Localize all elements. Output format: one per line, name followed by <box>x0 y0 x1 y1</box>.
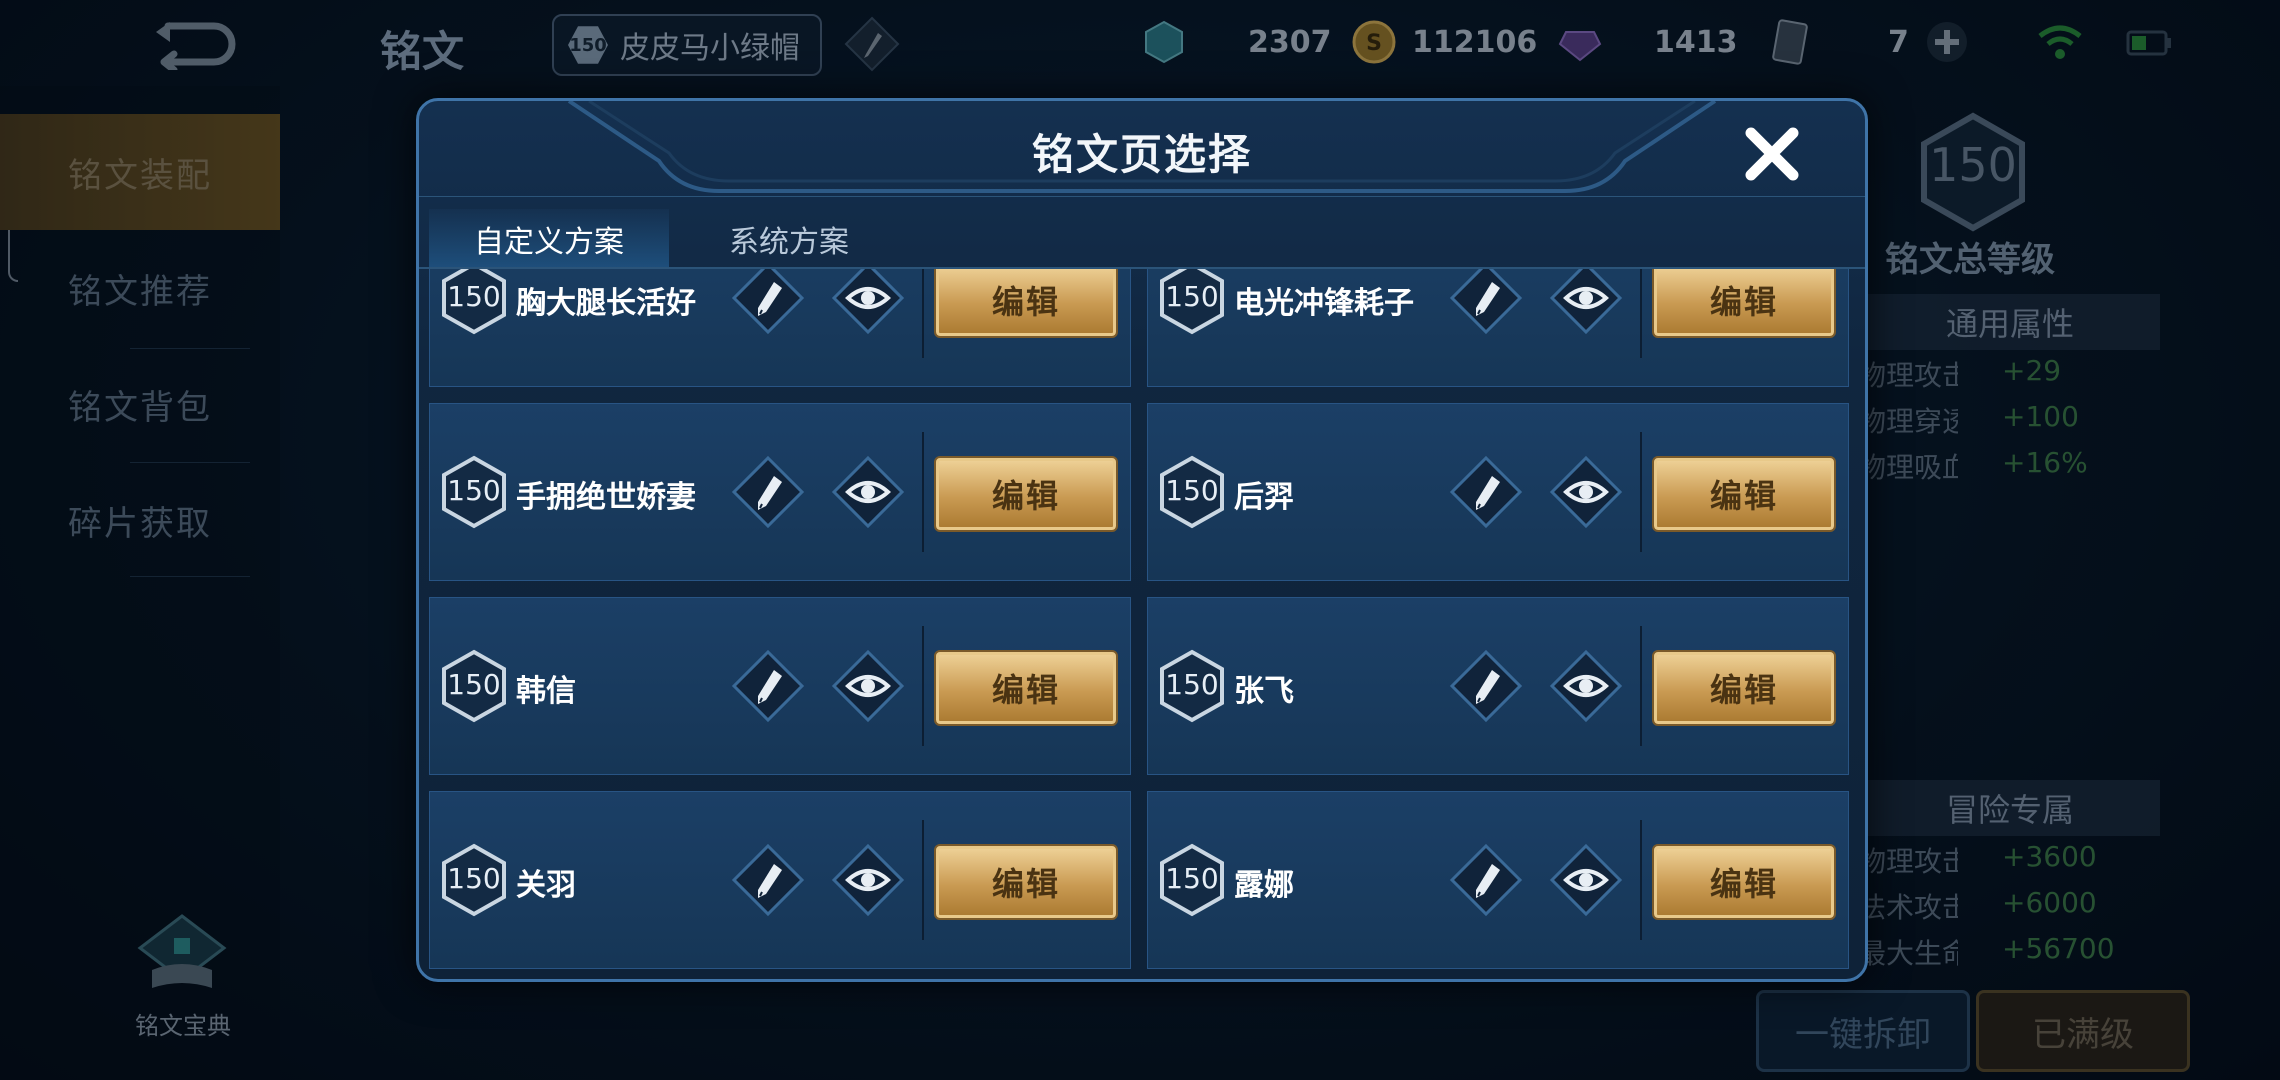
rune-page-card[interactable]: 150 张飞 编辑 <box>1147 597 1849 775</box>
eye-icon[interactable] <box>1548 269 1624 336</box>
edit-button[interactable]: 编辑 <box>934 844 1118 920</box>
rune-page-name: 露娜 <box>1234 868 1294 903</box>
divider <box>1640 432 1642 552</box>
divider <box>922 626 924 746</box>
divider <box>922 820 924 940</box>
rename-pencil-icon[interactable] <box>1448 648 1524 724</box>
rune-page-card[interactable]: 150 韩信 编辑 <box>429 597 1131 775</box>
rune-page-level: 150 <box>447 280 501 313</box>
divider <box>1640 820 1642 940</box>
rune-page-level: 150 <box>1165 668 1219 701</box>
rune-page-level: 150 <box>447 668 501 701</box>
tab-system-plans[interactable]: 系统方案 <box>679 209 899 269</box>
rune-page-card[interactable]: 150 关羽 编辑 <box>429 791 1131 969</box>
rune-page-card[interactable]: 150 后羿 编辑 <box>1147 403 1849 581</box>
rune-page-card[interactable]: 150 手拥绝世娇妻 编辑 <box>429 403 1131 581</box>
rune-page-card[interactable]: 150 露娜 编辑 <box>1147 791 1849 969</box>
rename-pencil-icon[interactable] <box>730 842 806 918</box>
edit-button[interactable]: 编辑 <box>1652 456 1836 532</box>
eye-icon[interactable] <box>1548 648 1624 724</box>
eye-icon[interactable] <box>830 648 906 724</box>
divider <box>922 269 924 358</box>
dialog-title: 铭文页选择 <box>1031 130 1252 179</box>
edit-button[interactable]: 编辑 <box>1652 844 1836 920</box>
rename-pencil-icon[interactable] <box>730 648 806 724</box>
rune-page-name: 电光冲锋耗子 <box>1234 286 1414 321</box>
rune-page-name: 张飞 <box>1234 674 1294 709</box>
rune-page-name: 手拥绝世娇妻 <box>516 480 696 515</box>
rune-page-card[interactable]: 150 胸大腿长活好 编辑 <box>429 269 1131 387</box>
divider <box>1640 269 1642 358</box>
rune-page-name: 关羽 <box>516 868 576 903</box>
rename-pencil-icon[interactable] <box>730 269 806 336</box>
divider <box>922 432 924 552</box>
rune-page-name: 胸大腿长活好 <box>516 286 696 321</box>
tab-custom-plans[interactable]: 自定义方案 <box>429 209 669 273</box>
eye-icon[interactable] <box>1548 842 1624 918</box>
rune-page-name: 后羿 <box>1234 480 1294 515</box>
divider <box>1640 626 1642 746</box>
rune-page-card[interactable]: 150 电光冲锋耗子 编辑 <box>1147 269 1849 387</box>
rune-page-level: 150 <box>1165 474 1219 507</box>
rune-page-level: 150 <box>1165 862 1219 895</box>
rune-page-level: 150 <box>447 474 501 507</box>
rune-page-level: 150 <box>447 862 501 895</box>
rename-pencil-icon[interactable] <box>1448 269 1524 336</box>
edit-button[interactable]: 编辑 <box>934 456 1118 532</box>
rune-page-list[interactable]: 150 胸大腿长活好 编辑 150 电光冲锋耗子 编辑 150 手拥绝世娇妻 编辑 150 后羿 编辑… <box>425 269 1859 977</box>
edit-button[interactable]: 编辑 <box>1652 650 1836 726</box>
rename-pencil-icon[interactable] <box>730 454 806 530</box>
edit-button[interactable]: 编辑 <box>934 650 1118 726</box>
close-icon[interactable] <box>1737 119 1807 189</box>
rename-pencil-icon[interactable] <box>1448 842 1524 918</box>
rune-page-select-dialog: 铭文页选择 自定义方案 系统方案 150 胸大腿长活好 编辑 150 电光冲锋耗子 编辑 1… <box>416 98 1868 982</box>
eye-icon[interactable] <box>830 454 906 530</box>
eye-icon[interactable] <box>830 842 906 918</box>
eye-icon[interactable] <box>1548 454 1624 530</box>
edit-button[interactable]: 编辑 <box>1652 269 1836 338</box>
eye-icon[interactable] <box>830 269 906 336</box>
rune-page-level: 150 <box>1165 280 1219 313</box>
rename-pencil-icon[interactable] <box>1448 454 1524 530</box>
edit-button[interactable]: 编辑 <box>934 269 1118 338</box>
rune-page-name: 韩信 <box>516 674 576 709</box>
